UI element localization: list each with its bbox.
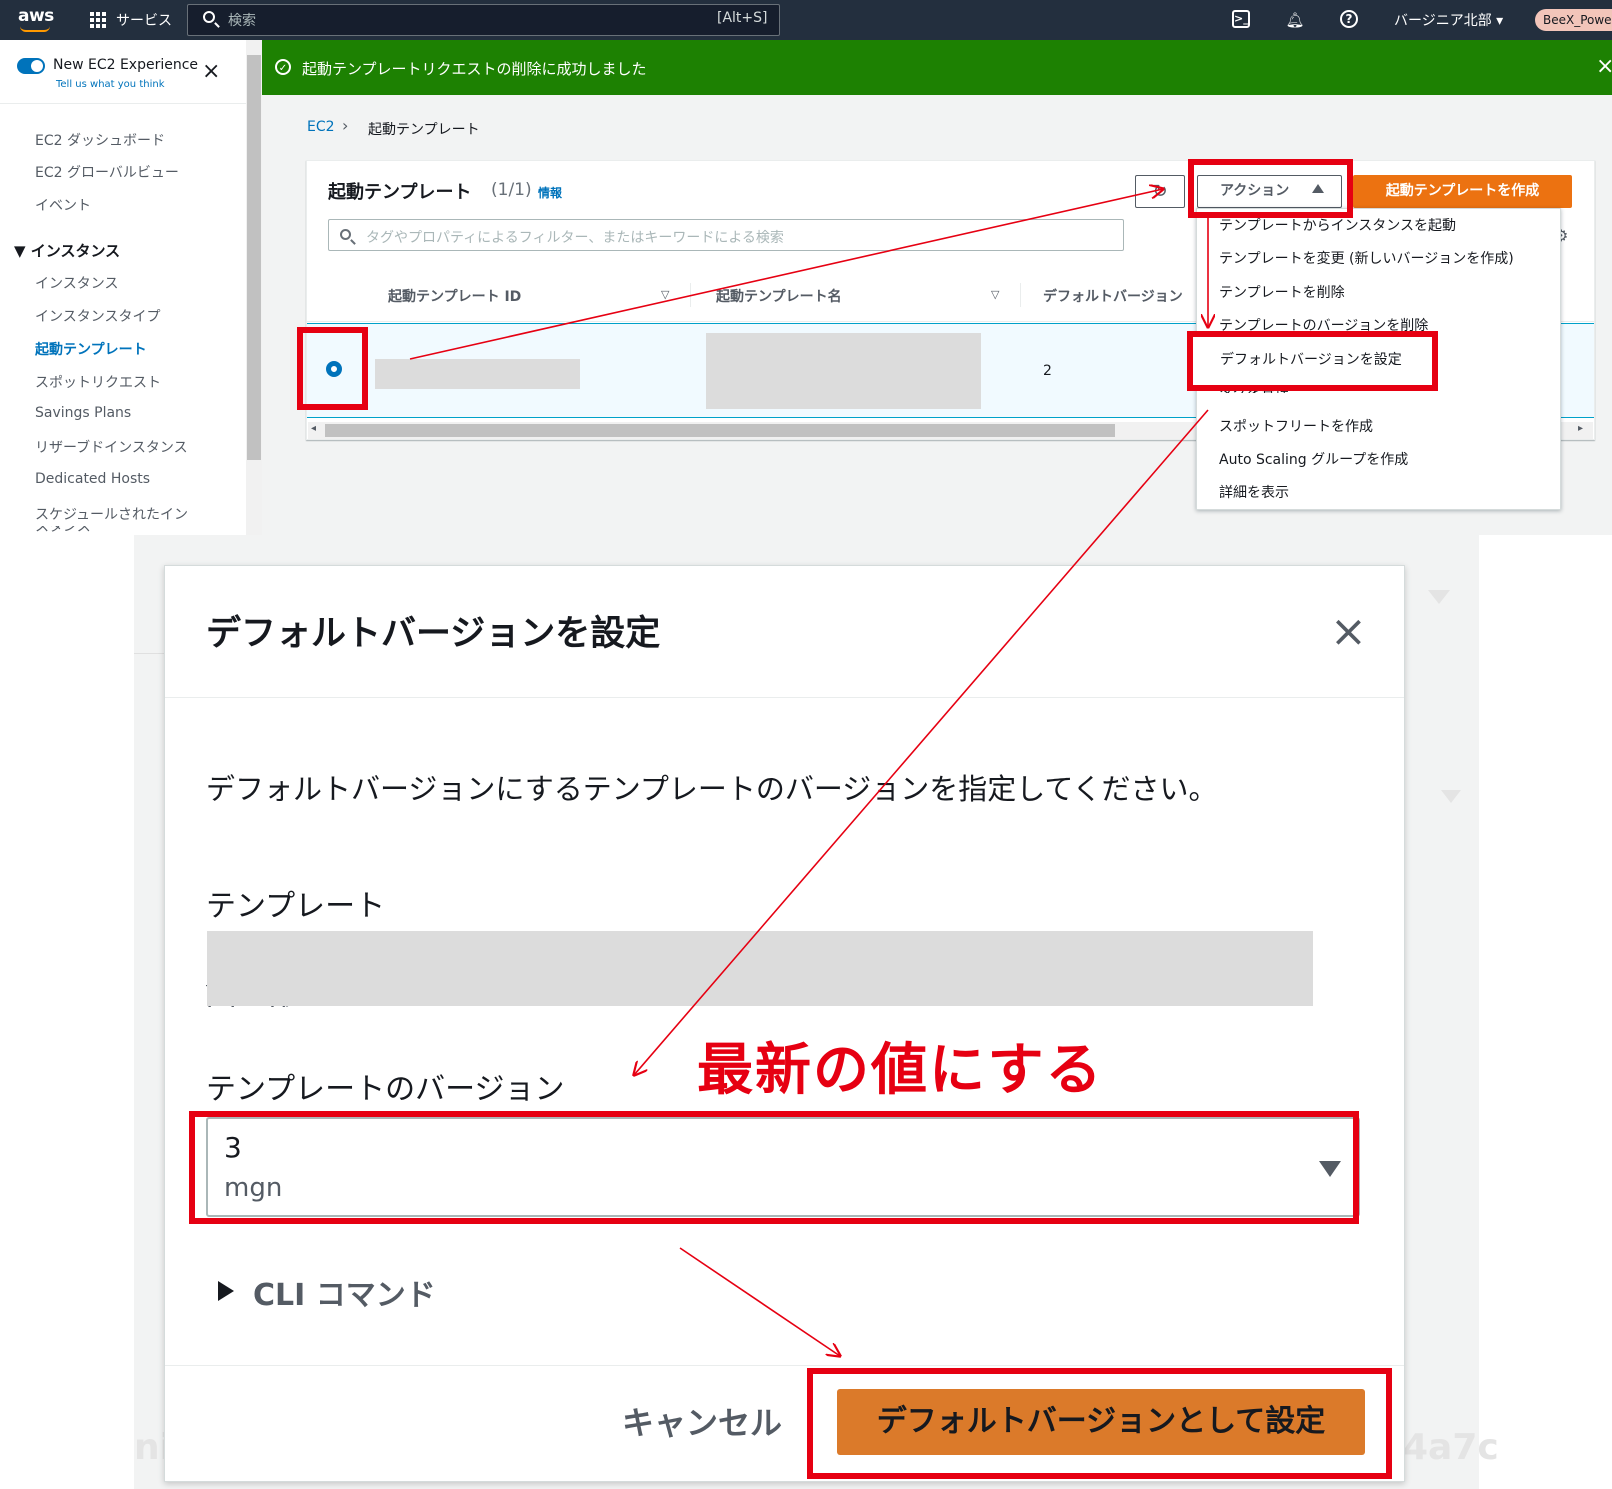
filter-placeholder: タグやプロパティによるフィルター、またはキーワードによる検索 [366, 230, 784, 246]
sidebar-item-global-view[interactable]: EC2 グローバルビュー [35, 162, 179, 182]
sidebar-item-ec2-dashboard[interactable]: EC2 ダッシュボード [35, 130, 165, 150]
close-icon[interactable]: × [202, 61, 220, 83]
redacted-template-name [706, 333, 981, 409]
menu-item-delete-template[interactable]: テンプレートを削除 [1219, 282, 1345, 302]
cancel-button[interactable]: キャンセル [622, 1395, 782, 1451]
table-title: 起動テンプレート [328, 182, 472, 203]
services-menu[interactable]: サービス [116, 10, 172, 30]
annotation-highlight-actions [1188, 159, 1353, 218]
region-selector[interactable]: バージニア北部 ▾ [1394, 10, 1503, 30]
sidebar-divider [0, 103, 246, 104]
table-count: (1/1) [491, 180, 532, 200]
dialog-title: デフォルトバージョンを設定 [206, 614, 661, 654]
cell-default-version: 2 [1043, 363, 1052, 379]
refresh-button[interactable]: ↻ [1135, 175, 1185, 208]
sidebar-item-savings-plans[interactable]: Savings Plans [35, 405, 131, 421]
search-icon [340, 229, 351, 240]
backdrop-line [134, 653, 167, 654]
sidebar-item-dedicated-hosts[interactable]: Dedicated Hosts [35, 471, 150, 487]
backdrop-ghost-text: 4a7c [1403, 1427, 1499, 1468]
column-header-template-name[interactable]: 起動テンプレート名 [716, 286, 842, 306]
template-label: テンプレート [206, 889, 386, 924]
menu-item-create-spot-fleet[interactable]: スポットフリートを作成 [1219, 416, 1373, 436]
expand-caret-icon[interactable] [218, 1281, 234, 1301]
success-check-icon: ✓ [275, 59, 291, 75]
sidebar-item-events[interactable]: イベント [35, 195, 91, 215]
sidebar-item-spot-requests[interactable]: スポットリクエスト [35, 372, 161, 392]
menu-item-view-details[interactable]: 詳細を表示 [1219, 482, 1289, 502]
sidebar-scrollbar-thumb[interactable] [247, 55, 261, 460]
info-link[interactable]: 情報 [538, 184, 562, 201]
backdrop-caret-icon [1428, 590, 1450, 604]
sidebar-item-scheduled-instances[interactable]: スケジュールされたイン [35, 504, 188, 524]
help-icon[interactable]: ? [1340, 10, 1358, 28]
breadcrumb-current: 起動テンプレート [368, 122, 480, 138]
redacted-template-id [375, 359, 580, 389]
aws-logo[interactable]: aws [18, 6, 54, 26]
horizontal-scrollbar-thumb[interactable] [325, 424, 1115, 437]
menu-item-launch-instance[interactable]: テンプレートからインスタンスを起動 [1219, 215, 1456, 235]
backdrop-caret-icon [1441, 790, 1461, 803]
annotation-highlight-version-select [189, 1111, 1359, 1224]
new-experience-title: New EC2 Experience [53, 57, 199, 73]
sidebar-item-scheduled-instances-cont[interactable]: スタンス [35, 526, 91, 535]
sidebar-item-instances[interactable]: インスタンス [35, 273, 118, 293]
annotation-highlight-submit [807, 1368, 1392, 1479]
dialog-close-icon[interactable]: × [1330, 610, 1367, 654]
column-header-default-version[interactable]: デフォルトバージョン [1043, 286, 1183, 306]
refresh-icon: ↻ [1152, 181, 1168, 202]
search-shortcut-hint: [Alt+S] [717, 10, 768, 26]
scroll-left-arrow-icon[interactable]: ◂ [311, 423, 316, 434]
redacted-template-value [207, 931, 1313, 1006]
services-grid-icon[interactable] [90, 12, 106, 28]
breadcrumb-chevron-icon: › [342, 116, 349, 135]
account-menu[interactable]: BeeX_PowerUser [1535, 9, 1612, 31]
flash-close-icon[interactable]: × [1596, 54, 1612, 79]
flash-message: 起動テンプレートリクエストの削除に成功しました [302, 60, 647, 78]
sort-icon[interactable]: ▽ [991, 288, 999, 301]
global-search-input[interactable] [187, 4, 780, 36]
cloudshell-icon[interactable]: >_ [1232, 10, 1250, 28]
column-header-template-id[interactable]: 起動テンプレート ID [388, 286, 521, 306]
dialog-footer-divider [165, 1365, 1404, 1366]
column-divider [1020, 283, 1021, 307]
search-placeholder: 検索 [228, 13, 256, 29]
sidebar-section-instances[interactable]: ▼ インスタンス [14, 240, 120, 261]
search-icon [203, 11, 215, 23]
annotation-highlight-radio [297, 327, 368, 410]
sidebar-item-launch-templates[interactable]: 起動テンプレート [35, 339, 147, 359]
template-version-label: テンプレートのバージョン [206, 1072, 565, 1107]
set-default-version-dialog [164, 565, 1405, 1482]
annotation-text: 最新の値にする [697, 1038, 1104, 1103]
cli-command-expander[interactable]: CLI コマンド [253, 1270, 436, 1314]
aws-logo-smile-icon [20, 26, 50, 32]
menu-item-modify-template[interactable]: テンプレートを変更 (新しいバージョンを作成) [1219, 248, 1514, 268]
feedback-link[interactable]: Tell us what you think [56, 79, 165, 90]
dialog-description: デフォルトバージョンにするテンプレートのバージョンを指定してください。 [206, 772, 1218, 806]
sidebar-item-reserved-instances[interactable]: リザーブドインスタンス [35, 437, 188, 457]
column-divider [690, 283, 691, 307]
create-launch-template-button[interactable]: 起動テンプレートを作成 [1353, 175, 1572, 208]
scroll-right-arrow-icon[interactable]: ▸ [1578, 423, 1583, 434]
menu-item-set-default-version[interactable]: デフォルトバージョンを設定 [1220, 349, 1402, 369]
sort-icon[interactable]: ▽ [661, 288, 669, 301]
notification-bell-icon[interactable]: 🔔︎ [1285, 10, 1305, 30]
sidebar-section-label: インスタンス [30, 242, 121, 260]
new-experience-toggle[interactable] [17, 58, 45, 74]
menu-item-create-auto-scaling-group[interactable]: Auto Scaling グループを作成 [1219, 449, 1408, 469]
breadcrumb-ec2-link[interactable]: EC2 [307, 119, 335, 135]
sidebar-item-instance-types[interactable]: インスタンスタイプ [35, 306, 160, 326]
dialog-header-divider [165, 697, 1404, 698]
